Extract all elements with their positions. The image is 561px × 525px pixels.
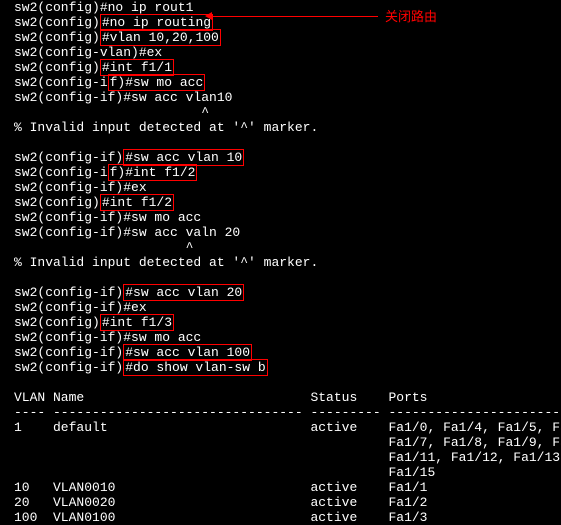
cli-line: sw2(config)#no ip rout1: [14, 0, 561, 15]
table-row: Fa1/7, Fa1/8, Fa1/9, Fa1/10: [14, 435, 561, 450]
blank-line: [14, 375, 561, 390]
cli-line: sw2(config-if)#sw acc vlan 20: [14, 285, 561, 300]
table-row: 1 default active Fa1/0, Fa1/4, Fa1/5, Fa…: [14, 420, 561, 435]
highlight-box: f)#int f1/2: [108, 164, 198, 181]
cli-line: sw2(config-if)#do show vlan-sw b: [14, 360, 561, 375]
cli-error: % Invalid input detected at '^' marker.: [14, 120, 561, 135]
highlight-box: #sw acc vlan 20: [123, 284, 244, 301]
cli-line: sw2(config-if)#sw acc valn 20: [14, 225, 561, 240]
cli-line: sw2(config-if)#sw acc vlan 100: [14, 345, 561, 360]
cli-line: sw2(config-if)#sw mo acc: [14, 210, 561, 225]
table-separator: ---- -------------------------------- --…: [14, 405, 561, 420]
table-row: Fa1/15: [14, 465, 561, 480]
cli-line: sw2(config-if)#sw acc vlan 10: [14, 150, 561, 165]
highlight-box: f)#sw mo acc: [108, 74, 206, 91]
table-header: VLAN Name Status Ports: [14, 390, 561, 405]
table-row: 10 VLAN0010 active Fa1/1: [14, 480, 561, 495]
cli-line: sw2(config-if)#ex: [14, 180, 561, 195]
cli-line: sw2(config)#int f1/3: [14, 315, 561, 330]
cli-line: sw2(config-if)#sw mo acc: [14, 75, 561, 90]
table-row: 20 VLAN0020 active Fa1/2: [14, 495, 561, 510]
cli-line: sw2(config-if)#ex: [14, 300, 561, 315]
cli-caret: ^: [14, 105, 561, 120]
highlight-box: #do show vlan-sw b: [123, 359, 267, 376]
cli-line: sw2(config-if)#sw acc vlan10: [14, 90, 561, 105]
cli-line: sw2(config-vlan)#ex: [14, 45, 561, 60]
cli-error: % Invalid input detected at '^' marker.: [14, 255, 561, 270]
blank-line: [14, 135, 561, 150]
cli-line: sw2(config)#no ip routing: [14, 15, 561, 30]
cli-line: sw2(config)#int f1/2: [14, 195, 561, 210]
highlight-box: #vlan 10,20,100: [100, 29, 221, 46]
highlight-box: #int f1/2: [100, 194, 174, 211]
cli-line: sw2(config)#vlan 10,20,100: [14, 30, 561, 45]
table-row: Fa1/11, Fa1/12, Fa1/13, Fa1/14: [14, 450, 561, 465]
cli-caret: ^: [14, 240, 561, 255]
cli-line: sw2(config-if)#sw mo acc: [14, 330, 561, 345]
blank-line: [14, 270, 561, 285]
cli-line: sw2(config-if)#int f1/2: [14, 165, 561, 180]
highlight-box: #int f1/3: [100, 314, 174, 331]
cli-line: sw2(config)#int f1/1: [14, 60, 561, 75]
